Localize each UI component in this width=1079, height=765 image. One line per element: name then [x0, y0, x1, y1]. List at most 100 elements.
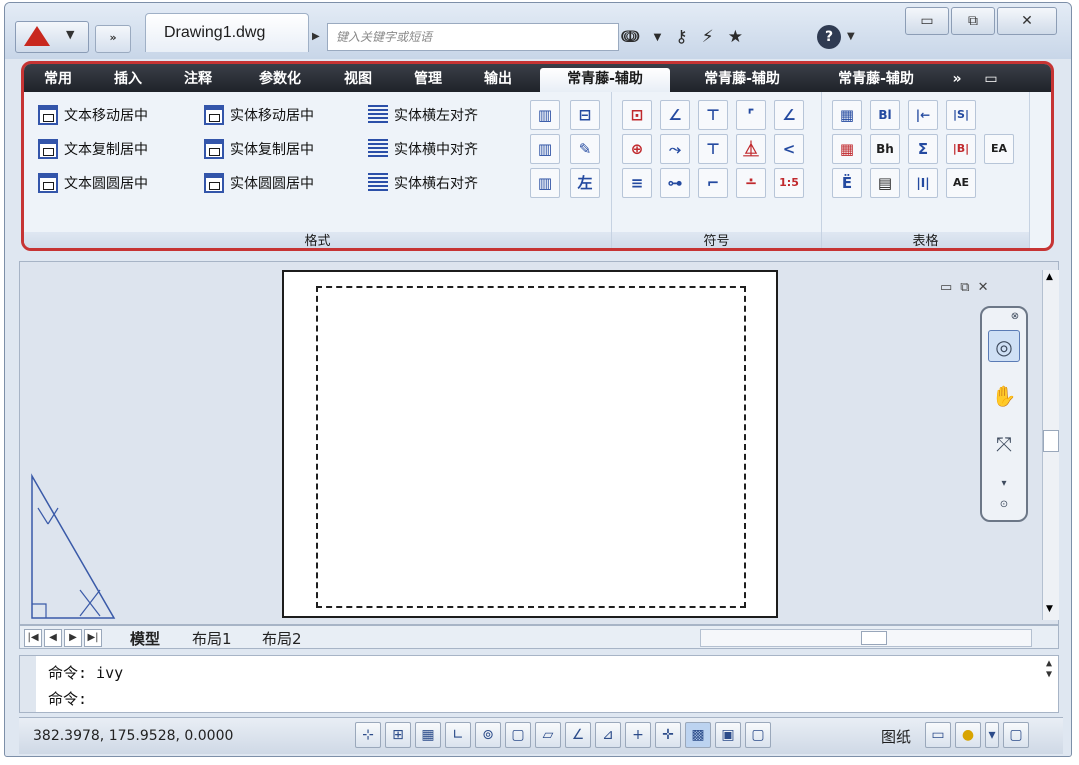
document-tab[interactable]: Drawing1.dwg — [145, 13, 309, 52]
application-menu-button[interactable]: ▼ — [15, 21, 89, 53]
symbol-button[interactable]: ⊡ — [622, 100, 652, 130]
viewport-restore-button[interactable]: ⧉ — [960, 280, 969, 295]
text-edit-icon[interactable]: ✎ — [570, 134, 600, 164]
chevron-down-icon[interactable]: ▼ — [654, 32, 662, 43]
chevron-down-icon[interactable]: ▼ — [847, 31, 855, 42]
polar-tracking-toggle[interactable]: ⊚ — [475, 722, 501, 748]
symbol-button[interactable]: ≡ — [622, 168, 652, 198]
cmd-entity-circle-center[interactable]: 实体圆圆居中 — [204, 170, 314, 196]
tab-ivy-helper-3[interactable]: 常青藤-辅助 — [820, 68, 932, 92]
left-text-icon[interactable]: 左 — [570, 168, 600, 198]
table-button[interactable]: Ё — [832, 168, 862, 198]
tab-ivy-helper-active[interactable]: 常青藤-辅助 — [540, 68, 670, 92]
tab-annotate[interactable]: 注释 — [178, 68, 218, 92]
table-align-icon[interactable]: ⊟ — [570, 100, 600, 130]
command-prompt[interactable]: 命令: — [48, 688, 87, 709]
command-window-grip[interactable] — [20, 656, 36, 712]
more-tabs-button[interactable]: » — [944, 68, 970, 92]
search-expand-icon[interactable]: ▶ — [312, 31, 320, 42]
tab-layout1[interactable]: 布局1 — [192, 628, 232, 649]
tab-insert[interactable]: 插入 — [108, 68, 148, 92]
tab-ivy-helper-2[interactable]: 常青藤-辅助 — [686, 68, 798, 92]
cmd-entity-align-left[interactable]: 实体横左对齐 — [368, 102, 478, 128]
star-icon[interactable]: ★ — [728, 27, 743, 47]
tab-view[interactable]: 视图 — [338, 68, 378, 92]
table-button[interactable]: Bh — [870, 134, 900, 164]
next-layout-icon[interactable]: ▶ — [64, 629, 82, 647]
close-icon[interactable]: ⊗ — [1008, 310, 1022, 324]
scroll-down-icon[interactable]: ▼ — [1046, 604, 1053, 614]
command-scrollbar[interactable]: ▲ ▼ — [1042, 658, 1056, 710]
vertical-align-icon[interactable]: ▥ — [530, 100, 560, 130]
drawing-canvas[interactable]: ▭ ⧉ ✕ ⊗ ◎ ✋ ⤧ ▾ ⊙ ▲ ▼ — [19, 261, 1059, 625]
ortho-mode-toggle[interactable]: ∟ — [445, 722, 471, 748]
restore-button[interactable]: ⧉ — [951, 7, 995, 35]
cmd-entity-copy-center[interactable]: 实体复制居中 — [204, 136, 314, 162]
table-button[interactable]: ▦ — [832, 134, 862, 164]
viewport-minimize-button[interactable]: ▭ — [940, 280, 952, 295]
object-snap-tracking-toggle[interactable]: ∠ — [565, 722, 591, 748]
paper-space-toggle[interactable]: 图纸 — [881, 726, 911, 747]
cmd-entity-align-right[interactable]: 实体横右对齐 — [368, 170, 478, 196]
table-button[interactable]: Bl — [870, 100, 900, 130]
steering-wheel-2d-icon[interactable]: ◎ — [988, 330, 1020, 362]
key-icon[interactable]: ⚷ — [675, 27, 687, 47]
grid-display-toggle[interactable]: ▦ — [415, 722, 441, 748]
tab-model[interactable]: 模型 — [130, 628, 160, 649]
satellite-icon[interactable]: ⚡ — [702, 27, 714, 47]
tab-common[interactable]: 常用 — [38, 68, 78, 92]
vertical-bottom-icon[interactable]: ▥ — [530, 168, 560, 198]
dynamic-input-toggle[interactable]: + — [625, 722, 651, 748]
binoculars-icon[interactable]: ↈ — [621, 27, 640, 47]
symbol-button[interactable]: ⊤ — [698, 100, 728, 130]
table-button[interactable]: |I| — [908, 168, 938, 198]
cmd-entity-move-center[interactable]: 实体移动居中 — [204, 102, 314, 128]
cmd-text-copy-center[interactable]: 文本复制居中 — [38, 136, 148, 162]
viewport-close-button[interactable]: ✕ — [978, 280, 989, 295]
last-layout-icon[interactable]: ▶| — [84, 629, 102, 647]
cmd-entity-align-center[interactable]: 实体横中对齐 — [368, 136, 478, 162]
selection-cycling-toggle[interactable]: ▢ — [745, 722, 771, 748]
symbol-button[interactable]: ⊕ — [622, 134, 652, 164]
clean-screen-icon[interactable]: ▢ — [1003, 722, 1029, 748]
close-button[interactable]: ✕ — [997, 7, 1057, 35]
quick-view-layouts-icon[interactable]: ▭ — [925, 722, 951, 748]
cmd-text-move-center[interactable]: 文本移动居中 — [38, 102, 148, 128]
table-button[interactable]: ▤ — [870, 168, 900, 198]
horizontal-scrollbar[interactable] — [700, 629, 1032, 647]
symbol-button[interactable]: ⊶ — [660, 168, 690, 198]
vertical-scrollbar[interactable]: ▲ ▼ — [1042, 270, 1059, 620]
lightbulb-icon[interactable]: ● — [955, 722, 981, 748]
snap-mode-toggle[interactable]: ⊞ — [385, 722, 411, 748]
tab-layout2[interactable]: 布局2 — [262, 628, 302, 649]
tab-output[interactable]: 输出 — [478, 68, 518, 92]
quick-access-more-button[interactable]: » — [95, 25, 131, 53]
symbol-button[interactable]: < — [774, 134, 804, 164]
tab-manage[interactable]: 管理 — [408, 68, 448, 92]
coordinate-display[interactable]: 382.3978, 175.9528, 0.0000 — [33, 728, 233, 744]
viewport-border[interactable] — [316, 286, 746, 608]
transparency-toggle[interactable]: ▩ — [685, 722, 711, 748]
symbol-button[interactable]: ∠ — [660, 100, 690, 130]
symbol-button[interactable]: ⌐ — [698, 168, 728, 198]
symbol-button[interactable]: ∸ — [736, 168, 766, 198]
scale-button[interactable]: 1:5 — [774, 168, 804, 198]
infer-constraints-toggle[interactable]: ⊹ — [355, 722, 381, 748]
search-input[interactable]: 键入关键字或短语 — [327, 23, 619, 51]
table-button[interactable]: |S| — [946, 100, 976, 130]
cmd-text-circle-center[interactable]: 文本圆圆居中 — [38, 170, 148, 196]
table-button[interactable]: |B| — [946, 134, 976, 164]
help-button[interactable]: ? — [817, 25, 841, 49]
sum-button[interactable]: Σ — [908, 134, 938, 164]
symbol-button[interactable]: ⤳ — [660, 134, 690, 164]
symbol-button[interactable]: ⏅ — [736, 134, 766, 164]
table-button[interactable]: EA — [984, 134, 1014, 164]
zoom-icon[interactable]: ⤧ — [988, 428, 1020, 460]
symbol-button[interactable]: ∠ — [774, 100, 804, 130]
3d-object-snap-toggle[interactable]: ▱ — [535, 722, 561, 748]
prev-layout-icon[interactable]: ◀ — [44, 629, 62, 647]
object-snap-toggle[interactable]: ▢ — [505, 722, 531, 748]
symbol-button[interactable]: ⌜ — [736, 100, 766, 130]
vertical-center-icon[interactable]: ▥ — [530, 134, 560, 164]
symbol-button[interactable]: ⊤ — [698, 134, 728, 164]
